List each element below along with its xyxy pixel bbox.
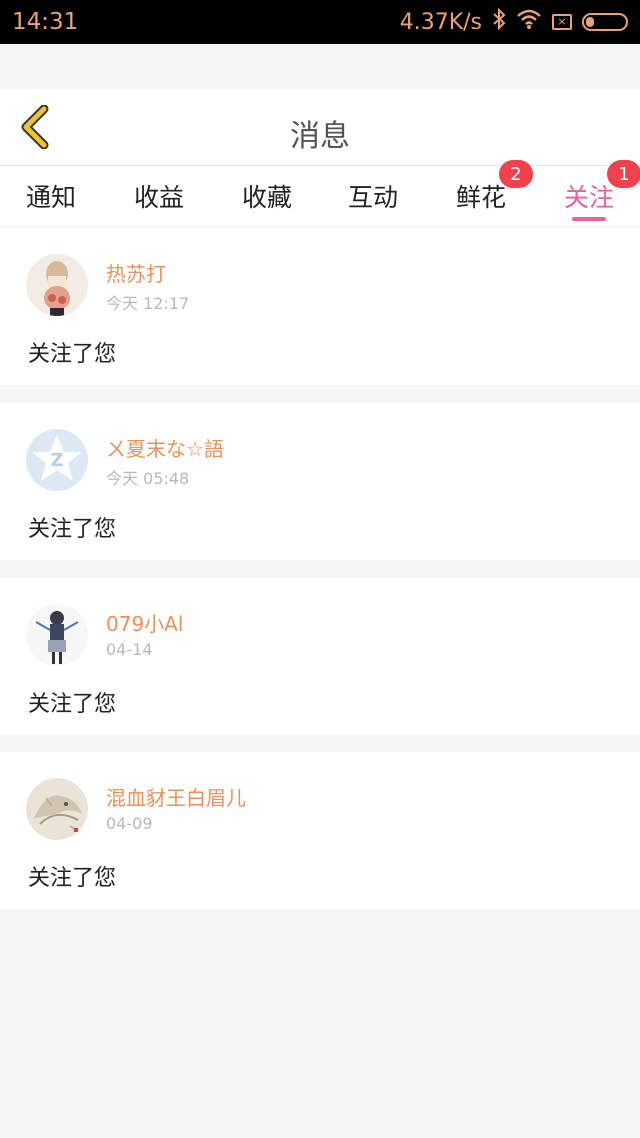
message-text: 关注了您 — [28, 692, 117, 717]
tab-earnings[interactable]: 收益 — [134, 178, 184, 214]
list-item[interactable]: 混血豺王白眉儿 04-09 关注了您 — [0, 752, 640, 909]
username[interactable]: 混血豺王白眉儿 — [106, 782, 246, 811]
list-item[interactable]: 热苏打 今天 12:17 关注了您 — [0, 228, 640, 385]
net-speed: 4.37K/s — [399, 9, 482, 35]
flowers-badge: 2 — [499, 160, 533, 188]
tab-notify[interactable]: 通知 — [26, 178, 76, 214]
tab-interaction[interactable]: 互动 — [348, 178, 398, 214]
wifi-icon — [516, 8, 542, 36]
follow-badge: 1 — [607, 160, 640, 188]
avatar[interactable] — [26, 778, 88, 840]
tab-favorites[interactable]: 收藏 — [242, 178, 292, 214]
page-title: 消息 — [290, 119, 350, 154]
username[interactable]: 热苏打 — [106, 258, 166, 287]
message-text: 关注了您 — [28, 342, 117, 367]
header: 消息 — [0, 89, 640, 166]
list-item[interactable]: Z ㄨ夏末な☆語 今天 05:48 关注了您 — [0, 403, 640, 560]
active-tab-indicator — [572, 217, 606, 221]
avatar[interactable] — [26, 254, 88, 316]
timestamp: 今天 12:17 — [106, 294, 190, 313]
timestamp: 04-14 — [106, 640, 153, 659]
qq-default-avatar-icon: Z — [26, 429, 88, 491]
list-item[interactable]: 079小Al 04-14 关注了您 — [0, 578, 640, 735]
status-icons: 4.37K/s × — [399, 7, 628, 36]
username[interactable]: 079小Al — [106, 608, 183, 637]
tab-bar: 通知 收益 收藏 互动 鲜花 2 关注 1 — [0, 160, 640, 226]
status-time: 14:31 — [12, 9, 79, 35]
username[interactable]: ㄨ夏末な☆語 — [106, 433, 224, 462]
svg-text:Z: Z — [50, 450, 63, 471]
avatar[interactable] — [26, 604, 88, 666]
tab-follow[interactable]: 关注 — [564, 178, 614, 214]
avatar[interactable]: Z — [26, 429, 88, 491]
bluetooth-icon — [492, 7, 506, 36]
timestamp: 04-09 — [106, 814, 153, 833]
tab-flowers[interactable]: 鲜花 — [456, 178, 506, 214]
message-text: 关注了您 — [28, 866, 117, 891]
sim-icon: × — [552, 14, 572, 30]
timestamp: 今天 05:48 — [106, 469, 190, 488]
message-text: 关注了您 — [28, 517, 117, 542]
battery-icon — [582, 13, 628, 31]
status-bar: 14:31 4.37K/s × — [0, 0, 640, 44]
